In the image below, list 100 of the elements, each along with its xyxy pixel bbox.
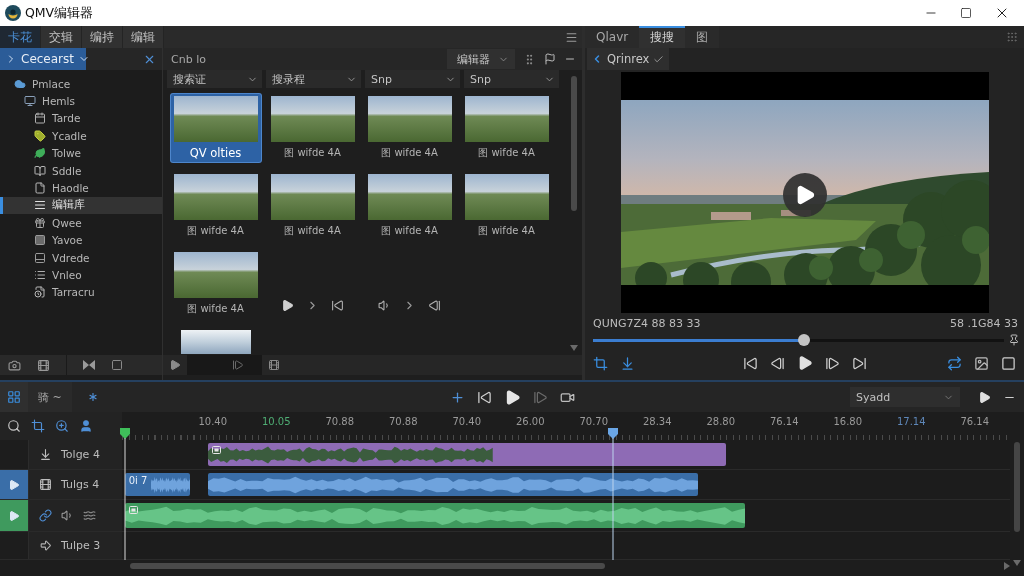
panel-tab[interactable]: 编持 [82,26,123,48]
tree-item[interactable]: Vdrede [0,248,162,267]
tree-item[interactable]: Ycadle [0,127,162,145]
timeline-clip[interactable] [208,443,726,466]
collection-dropdown[interactable]: Cecearst [0,48,86,70]
media-item[interactable]: 图 wifde 4A [364,94,455,162]
speaker-icon[interactable] [61,509,74,522]
media-item-label: 图 wifde 4A [284,224,341,238]
calendar-icon [34,112,46,125]
crop-icon[interactable] [593,355,608,371]
scroll-down-icon[interactable] [570,345,578,351]
tree-item[interactable]: Sddle [0,161,162,180]
film-icon[interactable] [268,359,280,371]
view-dropdown[interactable]: 编辑器 [447,49,515,69]
media-item[interactable]: 图 wifde 4A [170,250,261,318]
filter-dropdown[interactable]: 搜索证 [167,70,262,88]
zoom-in-icon[interactable] [55,419,69,433]
film-icon[interactable] [37,358,50,372]
media-item-label: 图 wifde 4A [187,224,244,238]
start-marker[interactable] [120,428,130,560]
filter-dropdown[interactable]: Snp [464,70,559,88]
tree-item[interactable]: 编辑库 [0,196,162,215]
step-forward-icon[interactable] [824,355,840,371]
media-item[interactable]: 图 wifde 4A [170,172,261,240]
panel-tab[interactable]: Qlavr [585,26,640,48]
skip-back-icon[interactable] [476,389,492,405]
scroll-down-icon[interactable] [1013,560,1021,566]
media-item-label: 图 wifde 4A [284,146,341,160]
loop-icon[interactable] [947,355,962,371]
tree-item[interactable]: Qwee [0,214,162,232]
scroll-right-icon[interactable] [1004,562,1010,570]
cloud-icon [14,77,26,90]
waves-icon[interactable] [83,509,96,522]
pin-icon[interactable] [1008,334,1020,346]
link-icon[interactable] [39,509,52,522]
time-label: 16.80 [832,416,864,428]
media-item[interactable]: 图 wifde 4A [267,94,358,162]
scrollbar-thumb[interactable] [571,76,577,211]
maximize-icon[interactable] [960,7,972,19]
time-label: 10.40 [197,416,229,428]
plus-icon[interactable] [449,389,465,405]
filter-dropdown[interactable]: 搜录程 [266,70,361,88]
arrow-down-to-line-icon[interactable] [620,355,635,371]
filter-dropdown[interactable]: Snp [365,70,460,88]
panel-tab[interactable]: 卡花 [0,26,41,48]
scrollbar-thumb[interactable] [1014,442,1020,532]
tree-item[interactable]: Hemls [0,92,162,110]
tree-item[interactable]: Tarracru [0,283,162,302]
media-item[interactable]: 图 wifde 4A [364,172,455,240]
square-icon[interactable] [111,359,123,371]
mode-tab[interactable]: 骑 ~ [28,382,72,412]
grid-view-button[interactable] [0,382,28,412]
panel-tab[interactable]: 图 [685,26,720,48]
tree-item[interactable]: Vnleo [0,266,162,284]
arrow-down-to-line-icon[interactable] [39,448,52,461]
crop-icon[interactable] [31,419,45,433]
media-item[interactable]: 图 wifde 4A [461,172,552,240]
seek-slider[interactable] [593,334,1004,346]
time-label: 76.14 [959,416,991,428]
media-item[interactable]: 图 wifde 4A [267,172,358,240]
tree-item[interactable]: Tolwe [0,144,162,162]
panel-tab[interactable]: 编辑 [123,26,164,48]
track-name: Tulpe 3 [61,539,101,552]
search-icon[interactable] [7,419,21,433]
tree-item[interactable]: Haodle [0,179,162,197]
flag-icon[interactable] [544,53,556,65]
step-back-icon[interactable] [769,355,785,371]
grip-icon[interactable] [1006,31,1018,43]
clip-label: 0i 7 [128,475,148,486]
tree-item[interactable]: Tarde [0,109,162,128]
panel-tab[interactable]: 搜搜 [639,26,686,48]
play-icon[interactable] [281,298,294,312]
person-icon[interactable] [79,419,93,433]
panel-tab[interactable]: 交辑 [41,26,82,48]
playhead[interactable] [608,428,619,560]
media-item-label: QV olties [189,146,242,160]
arrow-right-icon[interactable] [39,539,52,552]
media-item[interactable]: QV olties [170,94,261,162]
bowtie-icon[interactable] [83,360,95,370]
seek-handle[interactable] [798,334,811,346]
image-icon[interactable] [974,355,989,371]
viewer-tab[interactable]: Qrinrex [587,48,669,70]
play-icon[interactable] [978,390,991,404]
zoom-dropdown[interactable]: Syadd [850,387,960,407]
media-item[interactable]: 图 wifde 4A [461,94,552,162]
step-back-icon[interactable] [428,298,441,312]
menu-icon[interactable] [565,30,578,44]
film-icon[interactable] [39,478,52,491]
skip-back-icon[interactable] [742,355,758,371]
panel-icon [34,251,46,264]
file-icon [34,182,46,195]
fullscreen-icon[interactable] [1001,355,1016,371]
tree-item[interactable]: Yavoe [0,231,162,249]
skip-back-icon[interactable] [331,298,344,312]
camera-icon[interactable] [8,358,21,372]
tree-item[interactable]: Pmlace [0,75,162,93]
skip-forward-icon[interactable] [851,355,867,371]
timeline-clip[interactable]: 0i 7 [124,473,191,496]
speaker-icon[interactable] [378,298,391,312]
scrollbar-thumb[interactable] [130,563,606,569]
